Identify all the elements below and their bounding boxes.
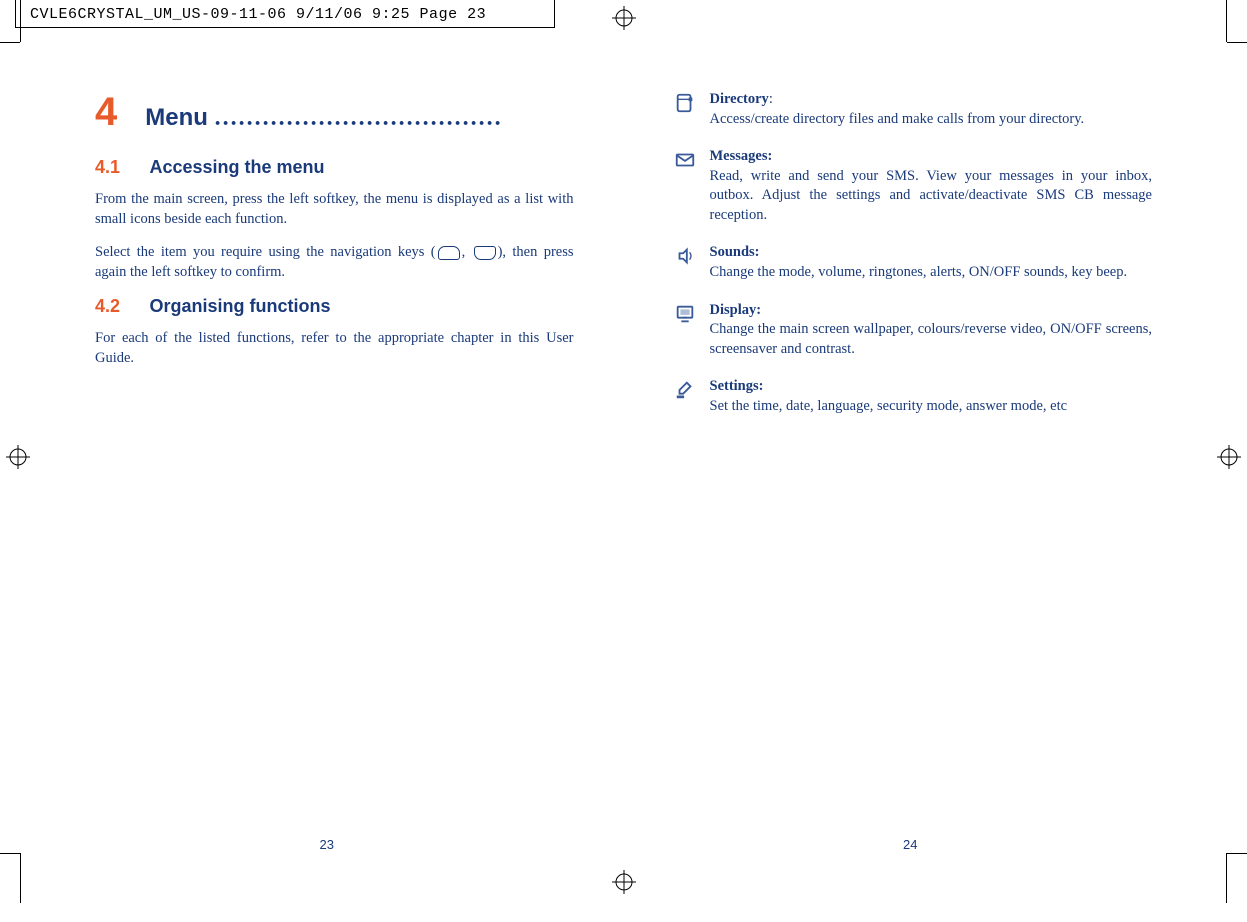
function-sounds: Sounds: Change the mode, volume, rington… bbox=[674, 243, 1153, 282]
settings-icon bbox=[674, 377, 710, 406]
page-right: Directory: Access/create directory files… bbox=[614, 60, 1208, 852]
chapter-title: Menu bbox=[145, 104, 214, 131]
function-desc: Change the mode, volume, ringtones, aler… bbox=[710, 264, 1128, 280]
function-content: Settings: Set the time, date, language, … bbox=[710, 377, 1153, 416]
chapter-heading: 4 Menu .................................… bbox=[95, 90, 574, 135]
body-text: Select the item you require using the na… bbox=[95, 243, 574, 282]
function-title: Sounds: bbox=[710, 244, 760, 260]
crop-mark bbox=[1226, 0, 1227, 42]
function-content: Directory: Access/create directory files… bbox=[710, 90, 1153, 129]
page-number-left: 23 bbox=[40, 837, 614, 852]
display-icon bbox=[674, 301, 710, 330]
section-title: Organising functions bbox=[149, 296, 330, 316]
function-content: Display: Change the main screen wallpape… bbox=[710, 301, 1153, 360]
chapter-number: 4 bbox=[95, 90, 117, 135]
crop-mark bbox=[0, 42, 20, 43]
page-number-right: 24 bbox=[614, 837, 1208, 852]
body-text: For each of the listed functions, refer … bbox=[95, 329, 574, 368]
messages-icon bbox=[674, 147, 710, 176]
section-title: Accessing the menu bbox=[149, 157, 324, 177]
section-heading-4-1: 4.1 Accessing the menu bbox=[95, 157, 574, 178]
nav-key-up-icon bbox=[438, 246, 460, 260]
function-title: Settings: bbox=[710, 378, 764, 394]
directory-icon bbox=[674, 90, 710, 119]
function-messages: Messages: Read, write and send your SMS.… bbox=[674, 147, 1153, 225]
function-content: Sounds: Change the mode, volume, rington… bbox=[710, 243, 1153, 282]
separator: : bbox=[769, 91, 773, 107]
chapter-dots: .................................... bbox=[215, 105, 503, 131]
function-desc: Set the time, date, language, security m… bbox=[710, 398, 1068, 414]
function-directory: Directory: Access/create directory files… bbox=[674, 90, 1153, 129]
registration-mark-icon bbox=[6, 445, 30, 469]
function-title: Directory bbox=[710, 91, 769, 107]
page-left: 4 Menu .................................… bbox=[40, 60, 614, 852]
crop-mark bbox=[20, 0, 21, 42]
nav-key-down-icon bbox=[474, 246, 496, 260]
function-display: Display: Change the main screen wallpape… bbox=[674, 301, 1153, 360]
function-desc: Access/create directory files and make c… bbox=[710, 111, 1085, 127]
function-desc: Read, write and send your SMS. View your… bbox=[710, 168, 1153, 223]
crop-mark bbox=[0, 853, 20, 854]
registration-mark-icon bbox=[612, 870, 636, 894]
page-spread: 4 Menu .................................… bbox=[40, 60, 1207, 852]
registration-mark-icon bbox=[1217, 445, 1241, 469]
print-header: CVLE6CRYSTAL_UM_US-09-11-06 9/11/06 9:25… bbox=[30, 6, 486, 23]
section-number: 4.1 bbox=[95, 157, 145, 178]
registration-mark-icon bbox=[612, 6, 636, 30]
function-content: Messages: Read, write and send your SMS.… bbox=[710, 147, 1153, 225]
section-heading-4-2: 4.2 Organising functions bbox=[95, 296, 574, 317]
sounds-icon bbox=[674, 243, 710, 272]
function-desc: Change the main screen wallpaper, colour… bbox=[710, 321, 1153, 357]
crop-mark bbox=[1227, 853, 1247, 854]
crop-mark bbox=[1226, 853, 1227, 903]
text-fragment: Select the item you require using the na… bbox=[95, 244, 436, 260]
section-number: 4.2 bbox=[95, 296, 145, 317]
function-title: Display: bbox=[710, 302, 762, 318]
body-text: From the main screen, press the left sof… bbox=[95, 190, 574, 229]
crop-mark bbox=[1227, 42, 1247, 43]
function-settings: Settings: Set the time, date, language, … bbox=[674, 377, 1153, 416]
function-title: Messages: bbox=[710, 148, 773, 164]
crop-mark bbox=[20, 853, 21, 903]
text-fragment: , bbox=[462, 244, 472, 260]
